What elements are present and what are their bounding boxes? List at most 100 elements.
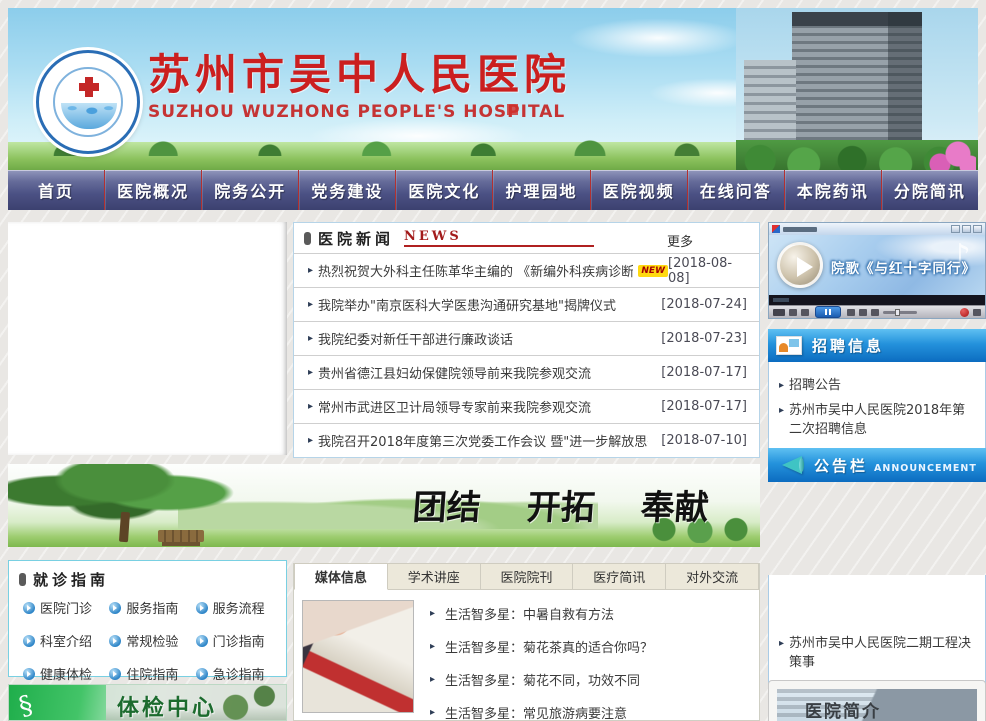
fullscreen-button[interactable] xyxy=(973,309,981,316)
checkup-center-banner[interactable]: § 体检中心 xyxy=(8,684,287,721)
news-row[interactable]: ▸ 贵州省德江县妇幼保健院领导前来我院参观交流 [2018-07-17] xyxy=(294,355,759,389)
guide-link-label[interactable]: 门诊指南 xyxy=(213,631,265,650)
nav-item-culture[interactable]: 医院文化 xyxy=(396,170,493,210)
close-button[interactable] xyxy=(973,225,982,233)
news-link[interactable]: 我院纪委对新任干部进行廉政谈话 xyxy=(318,329,513,348)
cloud-graphic xyxy=(568,18,748,58)
guide-link-label[interactable]: 常规检验 xyxy=(126,631,178,650)
player-status-strip xyxy=(769,295,985,305)
tab-external-exchange[interactable]: 对外交流 xyxy=(666,563,759,590)
arrow-icon: ▸ xyxy=(779,637,784,673)
section-bullet-icon xyxy=(304,232,311,245)
tab-medical-briefs[interactable]: 医疗简讯 xyxy=(573,563,666,590)
guide-link-label[interactable]: 医院门诊 xyxy=(40,598,92,617)
tab-academic-lectures[interactable]: 学术讲座 xyxy=(388,563,481,590)
guide-link-inpatient[interactable]: 住院指南 xyxy=(109,664,195,683)
pause-button[interactable] xyxy=(815,306,841,318)
circle-arrow-icon xyxy=(109,602,121,614)
news-row[interactable]: ▸ 热烈祝贺大外科主任陈革华主编的 《新编外科疾病诊断与治 NEW [2018-… xyxy=(294,253,759,287)
arrow-icon: ▸ xyxy=(308,401,313,412)
options-button[interactable] xyxy=(773,309,785,316)
recruitment-link[interactable]: ▸ 招聘公告 xyxy=(779,377,977,396)
circle-arrow-icon xyxy=(109,668,121,680)
player-screen[interactable]: ♪ 院歌《与红十字同行》 xyxy=(769,235,985,295)
section-bullet-icon xyxy=(19,573,26,586)
recruitment-link-label[interactable]: 苏州市吴中人民医院2018年第二次招聘信息 xyxy=(789,402,977,440)
media-thumbnail-image[interactable] xyxy=(302,600,414,713)
news-row[interactable]: ▸ 我院召开2018年度第三次党委工作会议 暨"进一步解放思想 [2018-07… xyxy=(294,423,759,457)
media-item-link[interactable]: ▸生活智多星：菊花茶真的适合你吗？ xyxy=(430,630,753,663)
next-button[interactable] xyxy=(847,309,855,316)
guide-link-label[interactable]: 科室介绍 xyxy=(40,631,92,650)
hospital-logo[interactable] xyxy=(36,50,140,154)
guide-link-service-flow[interactable]: 服务流程 xyxy=(196,598,282,617)
news-date: [2018-08-08] xyxy=(668,256,747,286)
volume-icon[interactable] xyxy=(871,309,879,316)
arrow-icon: ▸ xyxy=(308,435,313,446)
volume-slider[interactable] xyxy=(883,311,917,314)
nav-item-pharmacy[interactable]: 本院药讯 xyxy=(785,170,882,210)
hospital-intro-card[interactable]: 医院简介 xyxy=(768,680,986,721)
guide-link-outpatient[interactable]: 医院门诊 xyxy=(23,598,109,617)
nav-item-branch[interactable]: 分院简讯 xyxy=(882,170,978,210)
player-titlebar[interactable] xyxy=(769,223,985,235)
slogan-text: 团结 开拓 奉献 xyxy=(411,480,710,529)
maximize-button[interactable] xyxy=(962,225,971,233)
player-title-text xyxy=(783,227,817,232)
play-button[interactable] xyxy=(777,242,823,288)
news-link[interactable]: 我院举办"南京医科大学医患沟通研究基地"揭牌仪式 xyxy=(318,295,616,314)
guide-link-emergency[interactable]: 急诊指南 xyxy=(196,664,282,683)
news-link[interactable]: 贵州省德江县妇幼保健院领导前来我院参观交流 xyxy=(318,363,591,382)
nav-item-overview[interactable]: 医院概况 xyxy=(105,170,202,210)
media-item-link[interactable]: ▸生活智多星：菊花不同，功效不同 xyxy=(430,663,753,696)
recruitment-link-label[interactable]: 招聘公告 xyxy=(789,377,841,396)
slideshow-placeholder[interactable] xyxy=(8,222,287,455)
recruitment-header: 招聘信息 xyxy=(768,329,986,362)
record-button[interactable] xyxy=(960,308,969,317)
news-date: [2018-07-17] xyxy=(661,399,747,414)
tab-media-info[interactable]: 媒体信息 xyxy=(294,563,388,590)
guide-link-service-guide[interactable]: 服务指南 xyxy=(109,598,195,617)
arrow-icon: ▸ xyxy=(430,608,435,619)
guide-link-departments[interactable]: 科室介绍 xyxy=(23,631,109,650)
news-link[interactable]: 热烈祝贺大外科主任陈革华主编的 《新编外科疾病诊断与治 xyxy=(318,261,633,280)
nav-item-home[interactable]: 首页 xyxy=(8,170,105,210)
guide-link-label[interactable]: 急诊指南 xyxy=(213,664,265,683)
announcement-link[interactable]: ▸ 苏州市吴中人民医院二期工程决策事 xyxy=(779,635,977,673)
news-row[interactable]: ▸ 我院举办"南京医科大学医患沟通研究基地"揭牌仪式 [2018-07-24] xyxy=(294,287,759,321)
news-date: [2018-07-10] xyxy=(661,433,747,448)
playlist-button[interactable] xyxy=(859,309,867,316)
guide-link-label[interactable]: 服务指南 xyxy=(126,598,178,617)
guide-link-label[interactable]: 住院指南 xyxy=(126,664,178,683)
guide-link-lab-tests[interactable]: 常规检验 xyxy=(109,631,195,650)
nav-item-video[interactable]: 医院视频 xyxy=(591,170,688,210)
minimize-button[interactable] xyxy=(951,225,960,233)
nav-item-qa[interactable]: 在线问答 xyxy=(688,170,785,210)
nav-item-party[interactable]: 党务建设 xyxy=(299,170,396,210)
nav-item-nursing[interactable]: 护理园地 xyxy=(493,170,590,210)
news-more-link[interactable]: 更多 xyxy=(667,231,693,250)
hospital-news-panel: 医院新闻 NEWS 更多 ▸ 热烈祝贺大外科主任陈革华主编的 《新编外科疾病诊断… xyxy=(293,222,760,458)
stop-button[interactable] xyxy=(789,309,797,316)
guide-link-checkup[interactable]: 健康体检 xyxy=(23,664,109,683)
news-row[interactable]: ▸ 我院纪委对新任干部进行廉政谈话 [2018-07-23] xyxy=(294,321,759,355)
news-link[interactable]: 我院召开2018年度第三次党委工作会议 暨"进一步解放思想 xyxy=(318,431,648,450)
media-item-label[interactable]: 生活智多星：中暑自救有方法 xyxy=(445,604,614,623)
previous-button[interactable] xyxy=(801,309,809,316)
media-item-label[interactable]: 生活智多星：常见旅游病要注意 xyxy=(445,703,627,721)
tab-hospital-journal[interactable]: 医院院刊 xyxy=(481,563,574,590)
guide-link-clinic-guide[interactable]: 门诊指南 xyxy=(196,631,282,650)
media-item-label[interactable]: 生活智多星：菊花茶真的适合你吗？ xyxy=(445,637,653,656)
announcement-link-label[interactable]: 苏州市吴中人民医院二期工程决策事 xyxy=(789,635,977,673)
news-row[interactable]: ▸ 常州市武进区卫计局领导专家前来我院参观交流 [2018-07-17] xyxy=(294,389,759,423)
volume-handle[interactable] xyxy=(895,309,900,316)
guide-link-label[interactable]: 健康体检 xyxy=(40,664,92,683)
media-item-link[interactable]: ▸生活智多星：常见旅游病要注意 xyxy=(430,696,753,721)
media-item-link[interactable]: ▸ 生活智多星：中暑自救有方法 xyxy=(430,597,753,630)
news-link[interactable]: 常州市武进区卫计局领导专家前来我院参观交流 xyxy=(318,397,591,416)
nav-item-affairs[interactable]: 院务公开 xyxy=(202,170,299,210)
arrow-icon: ▸ xyxy=(308,367,313,378)
recruitment-link[interactable]: ▸ 苏州市吴中人民医院2018年第二次招聘信息 xyxy=(779,402,977,440)
media-item-label[interactable]: 生活智多星：菊花不同，功效不同 xyxy=(445,670,640,689)
guide-link-label[interactable]: 服务流程 xyxy=(213,598,265,617)
